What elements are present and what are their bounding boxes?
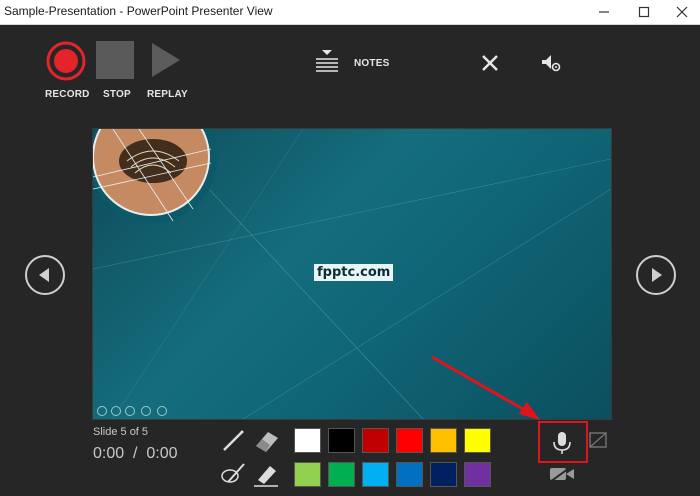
- stop-label: STOP: [103, 89, 131, 100]
- cancel-button[interactable]: [480, 53, 500, 73]
- ink-color-swatch[interactable]: [294, 428, 321, 453]
- slide-tool-next-icon[interactable]: [111, 406, 121, 416]
- highlighter-button[interactable]: [252, 460, 280, 488]
- ink-color-swatch[interactable]: [362, 428, 389, 453]
- eraser-button[interactable]: [252, 428, 280, 454]
- settings-icon: [542, 55, 561, 72]
- maximize-icon: [638, 6, 650, 18]
- microphone-highlight-box: [538, 421, 588, 463]
- ink-color-swatch[interactable]: [294, 462, 321, 487]
- ink-color-swatch[interactable]: [430, 462, 457, 487]
- close-icon: [676, 6, 688, 18]
- camera-mode-icon: [589, 432, 607, 448]
- next-slide-button[interactable]: [636, 255, 676, 295]
- minimize-icon: [599, 11, 609, 13]
- ink-color-swatch[interactable]: [328, 428, 355, 453]
- previous-slide-button[interactable]: [25, 255, 65, 295]
- slide-tool-more-icon[interactable]: [157, 406, 167, 416]
- ink-color-swatch[interactable]: [464, 462, 491, 487]
- window-title: Sample-Presentation - PowerPoint Present…: [4, 4, 273, 18]
- next-icon: [652, 268, 662, 282]
- cancel-icon: [482, 55, 498, 71]
- record-icon: [46, 41, 86, 81]
- ink-color-swatch[interactable]: [328, 462, 355, 487]
- record-button[interactable]: [45, 40, 87, 82]
- camera-mode-button[interactable]: [588, 430, 610, 450]
- slide-tool-pointer-icon[interactable]: [141, 406, 151, 416]
- ink-color-swatch[interactable]: [362, 462, 389, 487]
- ink-color-swatch[interactable]: [396, 428, 423, 453]
- camera-toggle-button[interactable]: [548, 464, 576, 484]
- slide-counter: Slide 5 of 5: [93, 426, 149, 438]
- slide-tool-pen-icon[interactable]: [125, 406, 135, 416]
- slide-preview: fpptc.com: [92, 128, 612, 420]
- record-label: RECORD: [45, 89, 90, 100]
- eraser-icon: [256, 432, 278, 452]
- ink-color-palette: [294, 428, 494, 490]
- ink-color-swatch[interactable]: [396, 462, 423, 487]
- slide-logo-text: fpptc.com: [314, 264, 394, 281]
- replay-label: REPLAY: [147, 89, 188, 100]
- recording-timer: 0:00 / 0:00: [93, 445, 178, 462]
- settings-button[interactable]: [540, 52, 562, 74]
- close-window-button[interactable]: [664, 0, 700, 24]
- highlighter-icon: [254, 466, 278, 487]
- minimize-button[interactable]: [586, 0, 622, 24]
- slide-tool-prev-icon[interactable]: [97, 406, 107, 416]
- replay-button[interactable]: [150, 41, 182, 79]
- ink-color-swatch[interactable]: [430, 428, 457, 453]
- lasso-pen-button[interactable]: [220, 460, 248, 488]
- camera-off-icon: [549, 465, 574, 483]
- pen-icon: [223, 430, 244, 451]
- ink-color-swatch[interactable]: [464, 428, 491, 453]
- pen-button[interactable]: [220, 428, 246, 454]
- stop-button[interactable]: [96, 41, 134, 79]
- title-bar: Sample-Presentation - PowerPoint Present…: [0, 0, 700, 25]
- maximize-button[interactable]: [626, 0, 662, 24]
- previous-icon: [39, 268, 49, 282]
- notes-button[interactable]: NOTES: [314, 49, 396, 77]
- lasso-pen-icon: [221, 463, 245, 483]
- notes-label: NOTES: [354, 58, 390, 69]
- replay-icon: [152, 43, 180, 77]
- notes-icon: [316, 50, 338, 72]
